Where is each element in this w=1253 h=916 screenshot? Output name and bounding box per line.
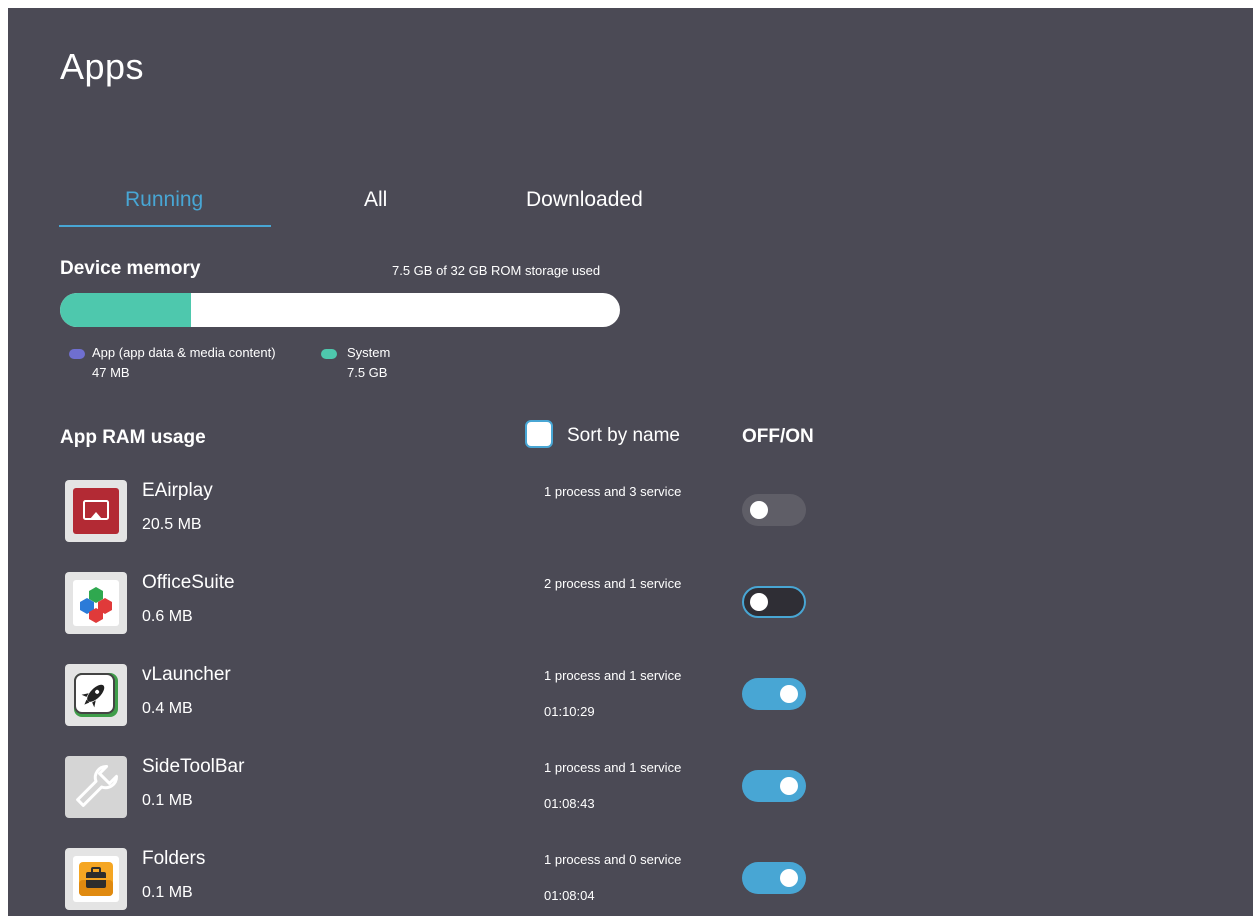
eairplay-toggle[interactable]: [742, 494, 806, 526]
tab-downloaded[interactable]: Downloaded: [526, 188, 643, 212]
app-row-sidetoolbar: SideToolBar 0.1 MB 1 process and 1 servi…: [8, 756, 908, 836]
app-size: 20.5 MB: [142, 516, 202, 533]
page-title: Apps: [60, 46, 145, 87]
app-size: 0.1 MB: [142, 792, 193, 809]
toggle-knob: [750, 501, 768, 519]
app-size: 0.1 MB: [142, 884, 193, 901]
tab-running[interactable]: Running: [125, 188, 203, 212]
app-name: EAirplay: [142, 480, 213, 501]
system-legend-value: 7.5 GB: [347, 365, 388, 380]
app-row-vlauncher: vLauncher 0.4 MB 1 process and 1 service…: [8, 664, 908, 744]
app-process-count: 1 process and 3 service: [544, 484, 682, 499]
briefcase-icon: [65, 848, 127, 910]
app-ram-usage-label: App RAM usage: [60, 427, 206, 448]
app-running-time: 01:08:43: [544, 796, 595, 811]
app-row-eairplay: EAirplay 20.5 MB 1 process and 3 service: [8, 480, 908, 560]
system-legend-label: System: [347, 345, 391, 360]
vlauncher-toggle[interactable]: [742, 678, 806, 710]
app-size: 0.4 MB: [142, 700, 193, 717]
toggle-knob: [750, 593, 768, 611]
system-legend-swatch: [321, 349, 337, 359]
sidetoolbar-toggle[interactable]: [742, 770, 806, 802]
rocket-icon: [65, 664, 127, 726]
off-on-header: OFF/ON: [742, 426, 814, 447]
app-row-officesuite: OfficeSuite 0.6 MB 2 process and 1 servi…: [8, 572, 908, 652]
app-running-time: 01:10:29: [544, 704, 595, 719]
settings-panel: Apps Running All Downloaded Device memor…: [8, 8, 1253, 916]
memory-usage-bar: [60, 293, 620, 327]
app-legend-label: App (app data & media content): [92, 345, 276, 360]
app-running-time: 01:08:04: [544, 888, 595, 903]
app-process-count: 2 process and 1 service: [544, 576, 682, 591]
toggle-knob: [780, 777, 798, 795]
sort-by-name-checkbox[interactable]: [525, 420, 553, 448]
app-name: SideToolBar: [142, 756, 245, 777]
app-process-count: 1 process and 1 service: [544, 760, 682, 775]
app-legend-value: 47 MB: [92, 365, 130, 380]
app-name: vLauncher: [142, 664, 231, 685]
app-row-folders: Folders 0.1 MB 1 process and 0 service 0…: [8, 848, 908, 916]
sort-by-name-label[interactable]: Sort by name: [567, 425, 680, 447]
toggle-knob: [780, 869, 798, 887]
storage-used-text: 7.5 GB of 32 GB ROM storage used: [392, 263, 601, 278]
tab-all[interactable]: All: [364, 188, 387, 212]
folders-toggle[interactable]: [742, 862, 806, 894]
officesuite-toggle[interactable]: [742, 586, 806, 618]
eairplay-icon: [65, 480, 127, 542]
active-tab-indicator: [59, 225, 271, 227]
toggle-knob: [780, 685, 798, 703]
device-memory-label: Device memory: [60, 258, 201, 279]
app-process-count: 1 process and 1 service: [544, 668, 682, 683]
app-process-count: 1 process and 0 service: [544, 852, 682, 867]
app-name: OfficeSuite: [142, 572, 235, 593]
memory-usage-fill: [60, 293, 192, 327]
officesuite-icon: [65, 572, 127, 634]
app-name: Folders: [142, 848, 206, 869]
app-size: 0.6 MB: [142, 608, 193, 625]
app-legend-swatch: [69, 349, 85, 359]
wrench-icon: [65, 756, 127, 818]
